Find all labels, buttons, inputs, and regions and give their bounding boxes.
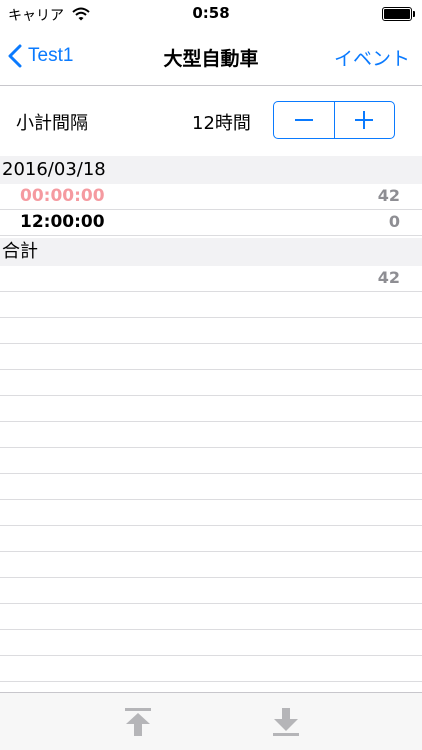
- empty-row: [0, 448, 422, 474]
- empty-row: [0, 578, 422, 604]
- row-time: 00:00:00: [20, 186, 105, 206]
- decrement-button[interactable]: [274, 102, 334, 138]
- minus-icon: [294, 119, 313, 121]
- plus-icon: [355, 111, 374, 129]
- download-button[interactable]: [270, 706, 302, 738]
- table-row[interactable]: 00:00:00 42: [0, 184, 422, 210]
- battery-icon: [382, 7, 415, 21]
- interval-label: 小計間隔: [16, 113, 88, 134]
- interval-value: 12時間: [192, 113, 251, 134]
- empty-row: [0, 500, 422, 526]
- interval-control-row: 小計間隔 12時間: [0, 86, 422, 156]
- empty-row: [0, 292, 422, 318]
- section-header-total: 合計: [0, 238, 422, 266]
- table-row[interactable]: 12:00:00 0: [0, 210, 422, 236]
- back-button[interactable]: Test1: [8, 40, 73, 72]
- event-button[interactable]: イベント: [334, 44, 410, 71]
- section-header-date: 2016/03/18: [0, 156, 422, 184]
- empty-row: [0, 630, 422, 656]
- empty-row: [0, 552, 422, 578]
- empty-row: [0, 422, 422, 448]
- empty-row: [0, 344, 422, 370]
- navigation-bar: Test1 大型自動車 イベント: [0, 28, 422, 86]
- empty-row: [0, 396, 422, 422]
- row-count: 0: [388, 212, 400, 231]
- arrow-down-to-line-icon: [273, 708, 299, 736]
- empty-row: [0, 526, 422, 552]
- row-time: 12:00:00: [20, 212, 105, 232]
- interval-stepper: [273, 101, 395, 139]
- chevron-left-icon: [8, 44, 22, 68]
- increment-button[interactable]: [333, 102, 395, 138]
- row-count: 42: [377, 186, 400, 205]
- arrow-up-to-line-icon: [125, 708, 151, 736]
- status-bar: キャリア 0:58: [0, 0, 422, 28]
- back-button-label: Test1: [28, 45, 74, 66]
- upload-button[interactable]: [122, 706, 154, 738]
- empty-row: [0, 656, 422, 682]
- bottom-toolbar: [0, 692, 422, 750]
- empty-row: [0, 370, 422, 396]
- total-row[interactable]: 42: [0, 266, 422, 292]
- empty-row: [0, 318, 422, 344]
- empty-row: [0, 604, 422, 630]
- total-count: 42: [377, 268, 400, 287]
- empty-row: [0, 474, 422, 500]
- status-time: 0:58: [192, 4, 230, 22]
